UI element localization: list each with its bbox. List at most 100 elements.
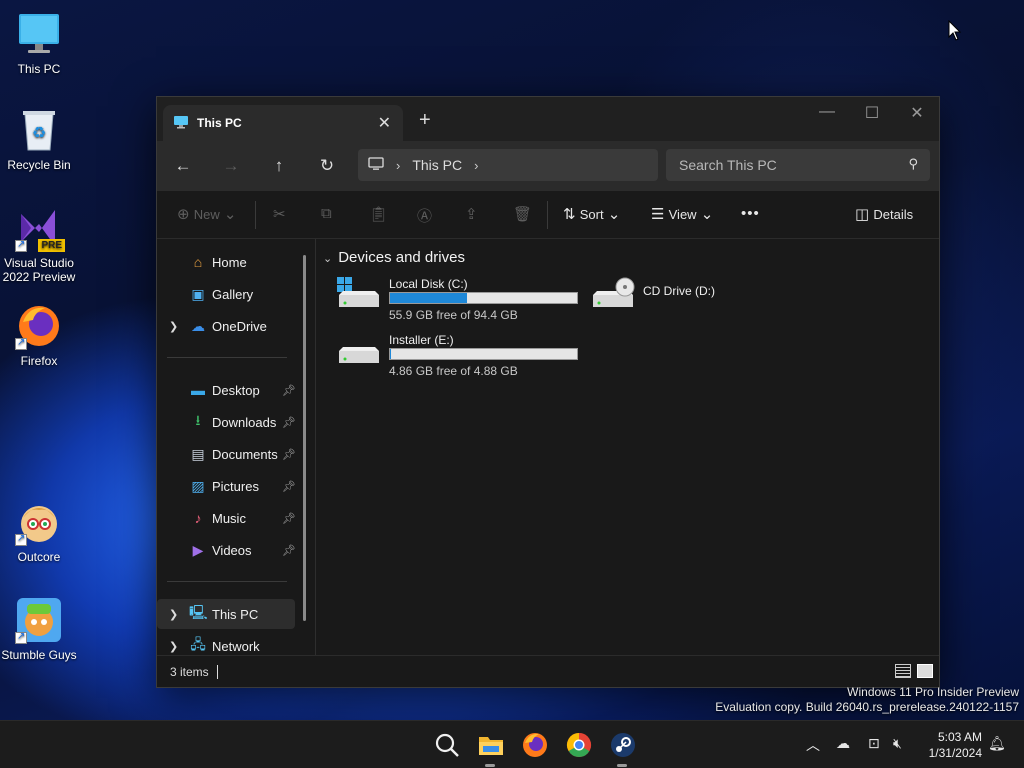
breadcrumb-this-pc[interactable]: This PC	[412, 157, 462, 173]
cut-icon[interactable]: ✂	[273, 205, 286, 223]
drive-free-text: 55.9 GB free of 94.4 GB	[389, 308, 518, 322]
desktop-icon-label: Outcore	[17, 550, 61, 564]
visual-studio-icon: PRE	[15, 204, 65, 252]
tab-this-pc[interactable]: This PC ✕	[163, 105, 403, 141]
delete-icon[interactable]: 🗑︎	[513, 205, 532, 223]
shortcut-arrow-icon	[15, 239, 27, 252]
desktop-icon-recycle-bin[interactable]: ♻ Recycle Bin	[0, 106, 78, 172]
search-input[interactable]: Search This PC ⚲	[666, 149, 930, 181]
nav-item-pictures[interactable]: ▨ Pictures 📌︎	[157, 471, 296, 501]
nav-item-label: Home	[212, 254, 247, 270]
desktop-icon-visual-studio[interactable]: PRE Visual Studio 2022 Preview	[0, 204, 78, 284]
minimize-button[interactable]: —	[804, 103, 850, 121]
file-explorer-taskbar-button[interactable]	[477, 731, 505, 767]
nav-item-downloads[interactable]: ⭳ Downloads 📌︎	[157, 407, 296, 437]
paste-icon[interactable]: 📋︎	[369, 205, 388, 223]
close-window-button[interactable]: ✕	[894, 103, 940, 123]
nav-scrollbar[interactable]	[303, 255, 306, 621]
view-button[interactable]: ☰ View ⌄	[651, 205, 713, 223]
nav-item-desktop[interactable]: ▬ Desktop 📌︎	[157, 375, 296, 405]
nav-divider	[167, 581, 287, 582]
copy-icon[interactable]: ⧉	[321, 205, 332, 222]
close-tab-icon[interactable]: ✕	[378, 113, 391, 133]
breadcrumb-chevron-icon[interactable]: ›	[396, 158, 400, 173]
shortcut-arrow-icon	[15, 533, 27, 546]
pin-icon[interactable]: 📌︎	[282, 384, 296, 397]
nav-item-music[interactable]: ♪ Music 📌︎	[157, 503, 296, 533]
more-options-button[interactable]: •••	[741, 205, 760, 222]
chrome-taskbar-button[interactable]	[565, 731, 593, 759]
desktop-icon-firefox[interactable]: Firefox	[0, 302, 78, 368]
view-label: View	[668, 207, 697, 222]
nav-item-this-pc[interactable]: ❯ 🖳︎ This PC	[157, 599, 295, 629]
clock-time: 5:03 AM	[937, 730, 982, 744]
notifications-bell-icon[interactable]: 🔔︎	[988, 735, 1006, 752]
steam-taskbar-button[interactable]	[609, 731, 637, 767]
home-icon: ⌂	[193, 254, 203, 270]
nav-item-label: Documents	[212, 446, 278, 462]
firefox-icon	[15, 302, 63, 350]
desktop-icon-stumble-guys[interactable]: Stumble Guys	[0, 596, 78, 662]
svg-text:♻: ♻	[32, 125, 46, 142]
share-icon[interactable]: ⇪	[465, 205, 478, 223]
nav-item-gallery[interactable]: ▣ Gallery	[157, 279, 295, 309]
chevron-right-icon[interactable]: ❯	[169, 320, 178, 333]
mouse-cursor-icon	[948, 19, 962, 45]
desktop-icon-this-pc[interactable]: This PC	[0, 10, 78, 76]
sort-button[interactable]: ⇅ Sort ⌄	[563, 205, 620, 223]
back-button[interactable]: ←	[171, 156, 195, 176]
details-pane-button[interactable]: ◫ Details	[855, 205, 913, 223]
new-tab-button[interactable]: +	[419, 109, 431, 132]
drive-usage-fill	[390, 293, 467, 303]
explorer-body: ⌂ Home ▣ Gallery ❯ ☁ OneDrive ▬ Desktop …	[157, 239, 939, 655]
pin-icon[interactable]: 📌︎	[282, 544, 296, 557]
pin-icon[interactable]: 📌︎	[282, 512, 296, 525]
desktop-icon-outcore[interactable]: Outcore	[0, 498, 78, 564]
chevron-right-icon[interactable]: ❯	[169, 640, 178, 653]
rename-icon[interactable]: Ⓐ	[417, 205, 432, 226]
search-taskbar-button[interactable]	[433, 731, 461, 759]
computer-breadcrumb-icon[interactable]	[368, 156, 384, 174]
group-header-devices[interactable]: ⌄ Devices and drives	[323, 249, 465, 266]
nav-item-label: OneDrive	[212, 318, 267, 334]
search-placeholder: Search This PC	[679, 157, 777, 173]
pane-splitter[interactable]	[315, 239, 316, 655]
nav-item-onedrive[interactable]: ❯ ☁ OneDrive	[157, 311, 295, 341]
videos-icon: ▶	[192, 541, 204, 558]
tab-title: This PC	[197, 116, 242, 130]
onedrive-tray-icon[interactable]: ☁	[836, 735, 850, 752]
address-bar-row: ← → ↑ ↻ › This PC › Search This PC ⚲	[157, 141, 939, 191]
forward-button[interactable]: →	[219, 156, 243, 176]
chevron-down-icon[interactable]: ⌄	[323, 253, 332, 265]
nav-item-label: This PC	[212, 606, 259, 622]
show-hidden-icons-chevron-up-icon[interactable]: ︿	[806, 735, 820, 755]
pin-icon[interactable]: 📌︎	[282, 480, 296, 493]
drive-name: Local Disk (C:)	[389, 277, 468, 291]
nav-item-documents[interactable]: ▤ Documents 📌︎	[157, 439, 296, 469]
maximize-button[interactable]: ☐	[849, 103, 895, 123]
new-button[interactable]: ⊕ New ⌄	[177, 205, 237, 223]
running-indicator	[617, 764, 627, 767]
details-view-button[interactable]	[895, 664, 911, 678]
up-button[interactable]: ↑	[267, 156, 291, 176]
clock[interactable]: 5:03 AM 1/31/2024	[929, 729, 982, 761]
address-bar[interactable]: › This PC ›	[358, 149, 658, 181]
firefox-taskbar-button[interactable]	[521, 731, 549, 759]
chevron-right-icon[interactable]: ❯	[169, 608, 178, 621]
pin-icon[interactable]: 📌︎	[282, 416, 296, 429]
search-icon[interactable]: ⚲	[908, 156, 918, 172]
drive-usage-bar	[389, 292, 578, 304]
pin-icon[interactable]: 📌︎	[282, 448, 296, 461]
volume-muted-icon[interactable]: 🔇︎	[893, 735, 902, 752]
network-tray-icon[interactable]: ⊡	[868, 735, 880, 752]
large-icons-view-button[interactable]	[917, 664, 933, 678]
steam-icon	[611, 733, 635, 757]
nav-item-videos[interactable]: ▶ Videos 📌︎	[157, 535, 296, 565]
refresh-button[interactable]: ↻	[315, 156, 339, 176]
nav-item-home[interactable]: ⌂ Home	[157, 247, 295, 277]
breadcrumb-chevron-icon[interactable]: ›	[474, 158, 478, 173]
item-count: 3 items	[170, 665, 209, 679]
desktop-icon-label: Recycle Bin	[7, 158, 71, 172]
drive-name: Installer (E:)	[389, 333, 454, 347]
chrome-icon	[566, 733, 592, 758]
